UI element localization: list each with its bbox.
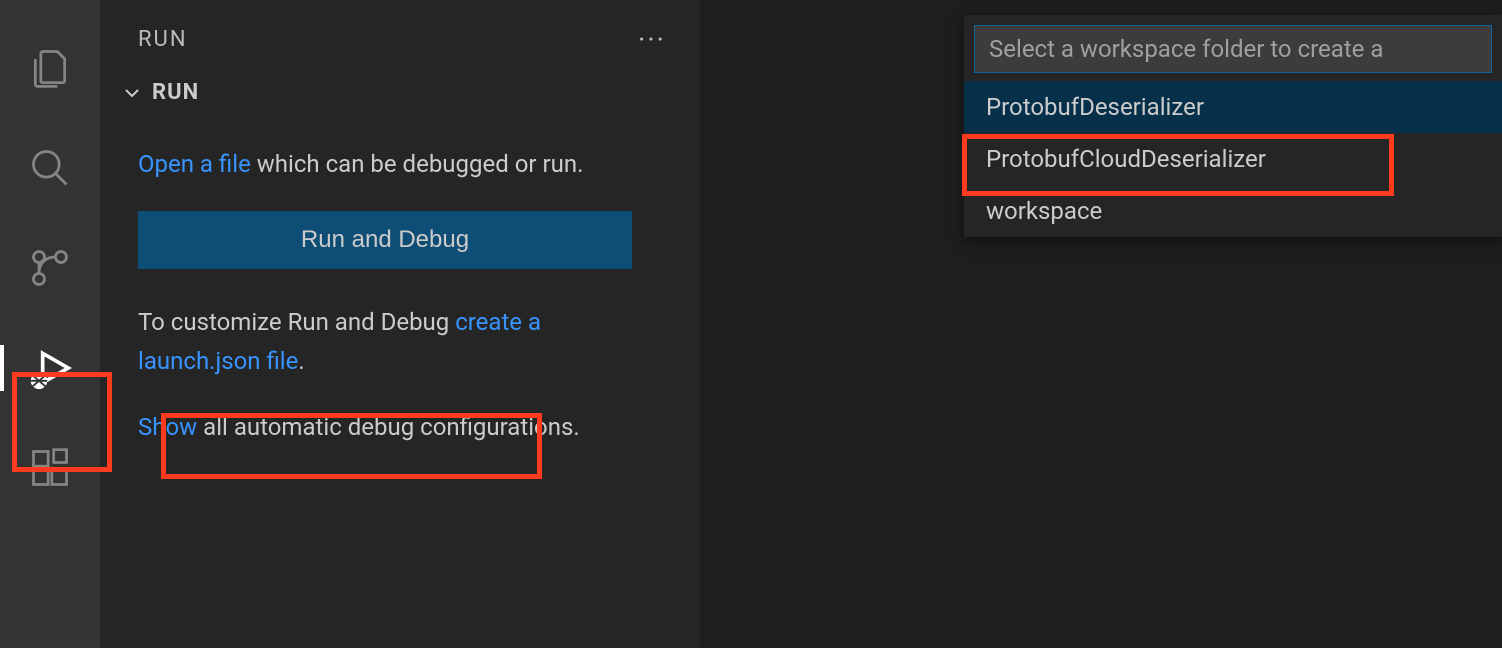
run-body: Open a file which can be debugged or run… bbox=[100, 115, 700, 447]
run-and-debug-button[interactable]: Run and Debug bbox=[138, 211, 632, 269]
activity-bar bbox=[0, 0, 100, 648]
customize-prefix: To customize Run and Debug bbox=[138, 308, 455, 336]
sidebar-title: RUN bbox=[138, 27, 188, 52]
open-file-suffix: which can be debugged or run. bbox=[251, 150, 584, 178]
quickpick-placeholder: Select a workspace folder to create a bbox=[989, 35, 1383, 63]
section-title: RUN bbox=[152, 80, 199, 105]
quickpick-input[interactable]: Select a workspace folder to create a bbox=[974, 25, 1492, 73]
open-file-link[interactable]: Open a file bbox=[138, 150, 251, 178]
workspace-folder-picker: Select a workspace folder to create a Pr… bbox=[964, 15, 1502, 237]
customize-suffix: . bbox=[298, 347, 304, 375]
open-file-text: Open a file which can be debugged or run… bbox=[138, 145, 662, 183]
chevron-down-icon bbox=[120, 81, 144, 105]
run-section-header[interactable]: RUN bbox=[100, 70, 700, 115]
more-actions-button[interactable]: ··· bbox=[638, 23, 676, 56]
run-sidebar: RUN ··· RUN Open a file which can be deb… bbox=[100, 0, 700, 648]
sidebar-header: RUN ··· bbox=[100, 0, 700, 70]
quickpick-item-1[interactable]: ProtobufCloudDeserializer bbox=[964, 133, 1502, 185]
quickpick-item-0[interactable]: ProtobufDeserializer bbox=[964, 81, 1502, 133]
quickpick-item-2[interactable]: workspace bbox=[964, 185, 1502, 237]
extensions-icon bbox=[28, 446, 72, 490]
activity-run-debug[interactable] bbox=[0, 318, 100, 418]
activity-source-control[interactable] bbox=[0, 218, 100, 318]
files-icon bbox=[28, 46, 72, 90]
run-debug-icon bbox=[28, 346, 72, 390]
customize-text: To customize Run and Debug create a laun… bbox=[138, 303, 662, 380]
show-link[interactable]: Show bbox=[138, 413, 197, 441]
activity-search[interactable] bbox=[0, 118, 100, 218]
activity-explorer[interactable] bbox=[0, 18, 100, 118]
show-configs-text: Show all automatic debug configurations. bbox=[138, 408, 662, 446]
show-suffix: all automatic debug configurations. bbox=[197, 413, 580, 441]
activity-extensions[interactable] bbox=[0, 418, 100, 518]
search-icon bbox=[28, 146, 72, 190]
source-control-icon bbox=[28, 246, 72, 290]
